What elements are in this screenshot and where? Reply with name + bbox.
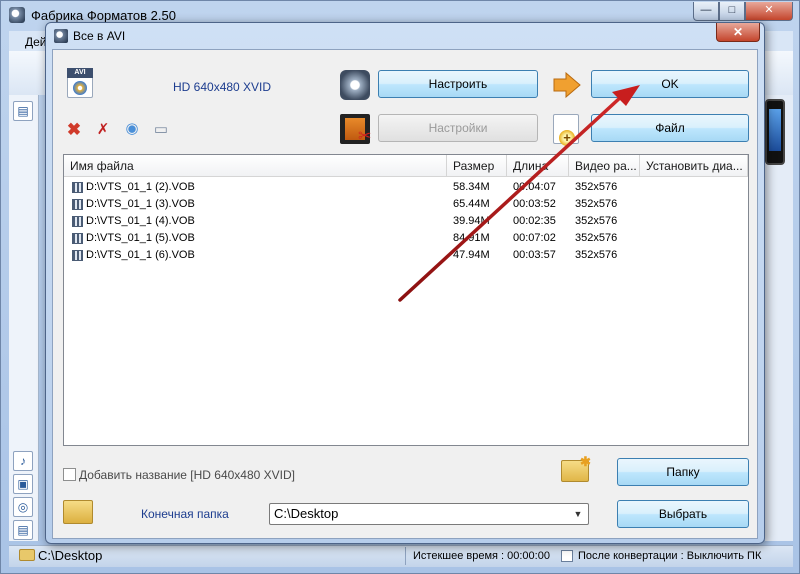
close-button[interactable]: ✕ bbox=[745, 2, 793, 21]
plus-icon: + bbox=[559, 130, 575, 146]
disc-category-icon[interactable]: ◎ bbox=[13, 497, 33, 517]
cell-video: 352x576 bbox=[575, 181, 618, 193]
table-row[interactable]: D:\VTS_01_1 (4).VOB 39.94M 00:02:35 352x… bbox=[64, 213, 748, 230]
destination-value: C:\Desktop bbox=[274, 506, 339, 521]
cell-video: 352x576 bbox=[575, 198, 618, 210]
video-file-icon bbox=[72, 216, 83, 227]
cell-video: 352x576 bbox=[575, 215, 618, 227]
maximize-button[interactable]: □ bbox=[719, 2, 745, 21]
advanced-category-icon[interactable]: ▤ bbox=[13, 520, 33, 540]
table-row[interactable]: D:\VTS_01_1 (5).VOB 84.91M 00:07:02 352x… bbox=[64, 230, 748, 247]
cell-length: 00:02:35 bbox=[513, 215, 556, 227]
cell-filename: D:\VTS_01_1 (2).VOB bbox=[86, 181, 195, 193]
disc-icon bbox=[73, 81, 87, 95]
add-title-label: Добавить название [HD 640x480 XVID] bbox=[79, 468, 296, 482]
add-title-checkbox[interactable] bbox=[63, 468, 76, 481]
video-file-icon bbox=[72, 182, 83, 193]
choose-folder-button[interactable]: Выбрать bbox=[617, 500, 749, 528]
cell-size: 39.94M bbox=[453, 215, 490, 227]
clear-list-icon[interactable]: ✗ bbox=[94, 121, 112, 139]
status-separator bbox=[405, 547, 406, 565]
table-row[interactable]: D:\VTS_01_1 (2).VOB 58.34M 00:04:07 352x… bbox=[64, 179, 748, 196]
output-settings-icon bbox=[340, 70, 370, 100]
avi-tag: AVI bbox=[67, 68, 93, 78]
dialog-title: Все в AVI bbox=[73, 29, 126, 43]
panel-icon[interactable]: ▤ bbox=[13, 101, 33, 121]
picture-category-icon[interactable]: ▣ bbox=[13, 474, 33, 494]
destination-folder-select[interactable]: C:\Desktop ▼ bbox=[269, 503, 589, 525]
column-filename[interactable]: Имя файла bbox=[64, 155, 447, 177]
configure-button[interactable]: Настроить bbox=[378, 70, 538, 98]
media-info-icon[interactable]: ▭ bbox=[152, 121, 170, 139]
cell-length: 00:03:52 bbox=[513, 198, 556, 210]
cell-filename: D:\VTS_01_1 (5).VOB bbox=[86, 232, 195, 244]
cell-size: 58.34M bbox=[453, 181, 490, 193]
video-file-icon bbox=[72, 199, 83, 210]
dialog-titlebar: Все в AVI ✕ bbox=[46, 23, 764, 49]
table-header: Имя файла Размер Длина Видео ра... Устан… bbox=[64, 155, 748, 177]
table-row[interactable]: D:\VTS_01_1 (6).VOB 47.94M 00:03:57 352x… bbox=[64, 247, 748, 264]
convert-dialog: Все в AVI ✕ AVI HD 640x480 XVID ✖ ✗ ◉ ▭ … bbox=[45, 22, 765, 544]
add-file-button[interactable]: Файл bbox=[591, 114, 749, 142]
after-conversion-label: После конвертации : Выключить ПК bbox=[578, 550, 762, 562]
dialog-app-icon bbox=[54, 29, 68, 43]
cell-video: 352x576 bbox=[575, 232, 618, 244]
cell-size: 84.91M bbox=[453, 232, 490, 244]
add-folder-button[interactable]: Папку bbox=[617, 458, 749, 486]
folder-icon bbox=[19, 549, 35, 561]
ok-button[interactable]: OK bbox=[591, 70, 749, 98]
arrow-right-icon bbox=[553, 72, 581, 98]
cell-filename: D:\VTS_01_1 (4).VOB bbox=[86, 215, 195, 227]
video-file-icon bbox=[72, 250, 83, 261]
destination-label: Конечная папка bbox=[141, 507, 229, 521]
profile-label: HD 640x480 XVID bbox=[173, 80, 272, 94]
file-list-table: Имя файла Размер Длина Видео ра... Устан… bbox=[63, 154, 749, 446]
main-window-title: Фабрика Форматов 2.50 bbox=[31, 8, 176, 23]
cell-filename: D:\VTS_01_1 (6).VOB bbox=[86, 249, 195, 261]
destination-folder-icon[interactable] bbox=[63, 500, 93, 524]
remove-icon[interactable]: ✖ bbox=[65, 121, 83, 139]
shutdown-checkbox[interactable] bbox=[561, 550, 573, 562]
scissors-icon: ✂ bbox=[358, 128, 372, 145]
audio-category-icon[interactable]: ♪ bbox=[13, 451, 33, 471]
cell-size: 65.44M bbox=[453, 198, 490, 210]
app-icon bbox=[9, 7, 25, 23]
chevron-down-icon[interactable]: ▼ bbox=[570, 506, 586, 522]
phone-screen bbox=[769, 109, 781, 151]
play-icon[interactable]: ◉ bbox=[123, 120, 141, 138]
dialog-close-button[interactable]: ✕ bbox=[716, 23, 760, 42]
cell-size: 47.94M bbox=[453, 249, 490, 261]
star-icon: ✱ bbox=[580, 454, 591, 469]
cell-length: 00:07:02 bbox=[513, 232, 556, 244]
clip-settings-button[interactable]: Настройки bbox=[378, 114, 538, 142]
column-length[interactable]: Длина bbox=[507, 155, 569, 177]
dialog-body: AVI HD 640x480 XVID ✖ ✗ ◉ ▭ ✂ Настроить … bbox=[52, 49, 758, 539]
cell-video: 352x576 bbox=[575, 249, 618, 261]
menu-actions[interactable]: Дей bbox=[25, 35, 47, 49]
cell-length: 00:04:07 bbox=[513, 181, 556, 193]
column-video[interactable]: Видео ра... bbox=[569, 155, 640, 177]
elapsed-time: Истекшее время : 00:00:00 bbox=[413, 550, 550, 562]
status-path: C:\Desktop bbox=[38, 548, 103, 563]
minimize-button[interactable]: — bbox=[693, 2, 719, 21]
table-row[interactable]: D:\VTS_01_1 (3).VOB 65.44M 00:03:52 352x… bbox=[64, 196, 748, 213]
video-file-icon bbox=[72, 233, 83, 244]
column-set-range[interactable]: Установить диа... bbox=[640, 155, 748, 177]
cell-filename: D:\VTS_01_1 (3).VOB bbox=[86, 198, 195, 210]
cell-length: 00:03:57 bbox=[513, 249, 556, 261]
column-size[interactable]: Размер bbox=[447, 155, 507, 177]
